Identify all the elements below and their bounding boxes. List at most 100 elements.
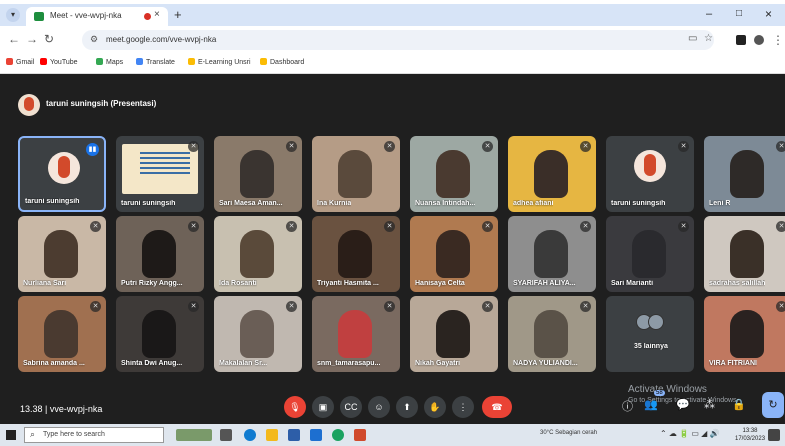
participant-name: taruni suningsih xyxy=(611,200,666,207)
speaking-indicator-icon: ▮▮ xyxy=(86,143,99,156)
participant-tile[interactable]: ✕ Nuansa Intindah... xyxy=(410,136,498,212)
activities-icon[interactable]: ⁂ xyxy=(704,398,715,411)
participant-tile[interactable]: ✕ Triyanti Hasmita ... xyxy=(312,216,400,292)
bookmark-gmail[interactable]: Gmail xyxy=(6,58,34,66)
participant-tile[interactable]: ✕ Leni R xyxy=(704,136,785,212)
captions-icon: CC xyxy=(344,402,358,412)
bookmark-maps[interactable]: Maps xyxy=(96,58,123,66)
more-participants-avatars xyxy=(636,314,666,332)
participant-tile[interactable]: ✕ Sari Maesa Aman... xyxy=(214,136,302,212)
participant-name: Triyanti Hasmita ... xyxy=(317,280,379,287)
mic-muted-icon: ✕ xyxy=(286,141,297,152)
system-tray-icons[interactable]: ⌃ ☁ 🔋 ▭ ◢ 🔊 xyxy=(660,429,719,438)
taskbar-clock[interactable]: 13:38 17/03/2023 xyxy=(735,427,765,443)
task-view-icon[interactable] xyxy=(220,429,232,441)
chat-icon[interactable]: 💬 xyxy=(676,398,690,411)
participant-tile[interactable]: ✕ SYARIFAH ALIYA... xyxy=(508,216,596,292)
meet-companion-button[interactable]: ↻ xyxy=(762,392,784,418)
forward-arrow-icon[interactable]: → xyxy=(26,32,38,46)
participant-video-feed xyxy=(44,230,78,278)
extension-icon[interactable] xyxy=(736,35,746,45)
participant-tile[interactable]: ✕ snm_tamarasapu... xyxy=(312,296,400,372)
participant-tile[interactable]: ✕ adhea afiani xyxy=(508,136,596,212)
participant-tile[interactable]: ✕ taruni suningsih xyxy=(606,136,694,212)
cast-icon[interactable]: ▭ xyxy=(688,33,697,44)
bookmark-dashboard[interactable]: Dashboard xyxy=(260,58,304,66)
file-explorer-icon[interactable] xyxy=(266,429,278,441)
bookmark-elearning[interactable]: E-Learning Unsri xyxy=(188,58,251,66)
window-maximize-button[interactable]: □ xyxy=(736,8,742,19)
emoji-icon: ☺ xyxy=(374,402,384,412)
mic-muted-icon: ✕ xyxy=(286,301,297,312)
mic-muted-icon: ✕ xyxy=(776,301,785,312)
participant-tile[interactable]: ✕ sadrahas salillah xyxy=(704,216,785,292)
participant-tile[interactable]: ✕ Ina Kurnia xyxy=(312,136,400,212)
host-controls-icon[interactable]: 🔒 xyxy=(732,398,746,411)
tab-close-icon[interactable]: × xyxy=(154,9,160,20)
bookmark-translate[interactable]: Translate xyxy=(136,58,175,66)
participant-tile[interactable]: ✕ NADYA YULIANDI... xyxy=(508,296,596,372)
notifications-icon[interactable] xyxy=(768,429,780,441)
reload-icon[interactable]: ↻ xyxy=(44,32,54,46)
participant-tile[interactable]: ✕ Sabrina amanda ... xyxy=(18,296,106,372)
mic-muted-icon: ✕ xyxy=(90,301,101,312)
participant-name: Nurliana Sari xyxy=(23,280,67,287)
edge-icon[interactable] xyxy=(244,429,256,441)
participant-video-feed xyxy=(142,230,176,278)
raise-hand-button[interactable]: ✋ xyxy=(424,396,446,418)
mail-icon[interactable] xyxy=(310,429,322,441)
taskbar-search-box[interactable]: ⌕ Type here to search xyxy=(24,427,164,443)
participant-tile[interactable]: ✕ Ida Rosanti xyxy=(214,216,302,292)
back-arrow-icon[interactable]: ← xyxy=(8,32,20,46)
participant-tile[interactable]: ✕ Nikah Gayatri xyxy=(410,296,498,372)
window-minimize-button[interactable]: – xyxy=(706,8,712,20)
browser-tab-meet[interactable]: Meet - vve-wvpj-nka × xyxy=(26,7,168,26)
store-icon[interactable] xyxy=(288,429,300,441)
leave-call-button[interactable]: ☎ xyxy=(482,396,512,418)
new-tab-button[interactable]: + xyxy=(174,7,182,22)
chrome-icon[interactable] xyxy=(332,429,344,441)
presenter-chip[interactable]: taruni suningsih (Presentasi) xyxy=(18,94,178,116)
camera-button[interactable]: ▣ xyxy=(312,396,334,418)
bookmark-youtube[interactable]: YouTube xyxy=(40,58,78,66)
mic-muted-icon: ✕ xyxy=(188,141,199,152)
app-icon[interactable] xyxy=(354,429,366,441)
participant-tile[interactable]: 35 lainnya xyxy=(606,296,694,372)
participant-tile[interactable]: ✕ Makalalan Sr... xyxy=(214,296,302,372)
emoji-button[interactable]: ☺ xyxy=(368,396,390,418)
translate-icon xyxy=(136,58,143,65)
window-close-button[interactable]: × xyxy=(765,7,772,21)
more-options-button[interactable]: ⋮ xyxy=(452,396,474,418)
participant-video-feed xyxy=(436,310,470,358)
mic-muted-icon: ✕ xyxy=(482,301,493,312)
info-icon[interactable]: ⓘ xyxy=(622,398,633,414)
participant-tile[interactable]: ✕ VIRA FITRIANI xyxy=(704,296,785,372)
mic-off-icon: 🎙 xyxy=(289,402,301,412)
present-button[interactable]: ⬆ xyxy=(396,396,418,418)
bookmark-star-icon[interactable]: ☆ xyxy=(704,33,713,44)
participant-tile[interactable]: ✕ Putri Rizky Angg... xyxy=(116,216,204,292)
participant-name: Putri Rizky Angg... xyxy=(121,280,183,287)
site-info-icon[interactable]: ⚙ xyxy=(90,34,98,45)
participant-tile[interactable]: ▮▮ taruni suningsih xyxy=(18,136,106,212)
browser-menu-icon[interactable]: ⋮ xyxy=(772,33,784,47)
captions-button[interactable]: CC xyxy=(340,396,362,418)
participant-tile[interactable]: ✕ taruni suningsih xyxy=(116,136,204,212)
windows-start-icon[interactable] xyxy=(6,430,16,440)
tab-search-dropdown-icon[interactable]: ▾ xyxy=(6,8,20,22)
participant-video-feed xyxy=(240,150,274,198)
participant-name: Sari Maesa Aman... xyxy=(219,200,283,207)
participant-name: Shinta Dwi Anug... xyxy=(121,360,183,367)
mic-off-button[interactable]: 🎙 xyxy=(284,396,306,418)
weather-widget[interactable]: 30°C Sebagian cerah xyxy=(540,430,597,436)
profile-avatar-icon[interactable] xyxy=(754,35,764,45)
participant-tile[interactable]: ✕ Shinta Dwi Anug... xyxy=(116,296,204,372)
people-icon[interactable]: 👥 xyxy=(644,398,658,411)
participant-tile[interactable]: ✕ Sari Marianti xyxy=(606,216,694,292)
url-field[interactable]: ⚙ meet.google.com/vve-wvpj-nka ▭ ☆ xyxy=(82,30,714,50)
participant-tile[interactable]: ✕ Nurliana Sari xyxy=(18,216,106,292)
participant-name: Nikah Gayatri xyxy=(415,360,461,367)
participant-tile[interactable]: ✕ Hanisaya Celta xyxy=(410,216,498,292)
news-widget-icon[interactable] xyxy=(176,429,212,441)
hang-up-icon: ☎ xyxy=(491,402,503,412)
